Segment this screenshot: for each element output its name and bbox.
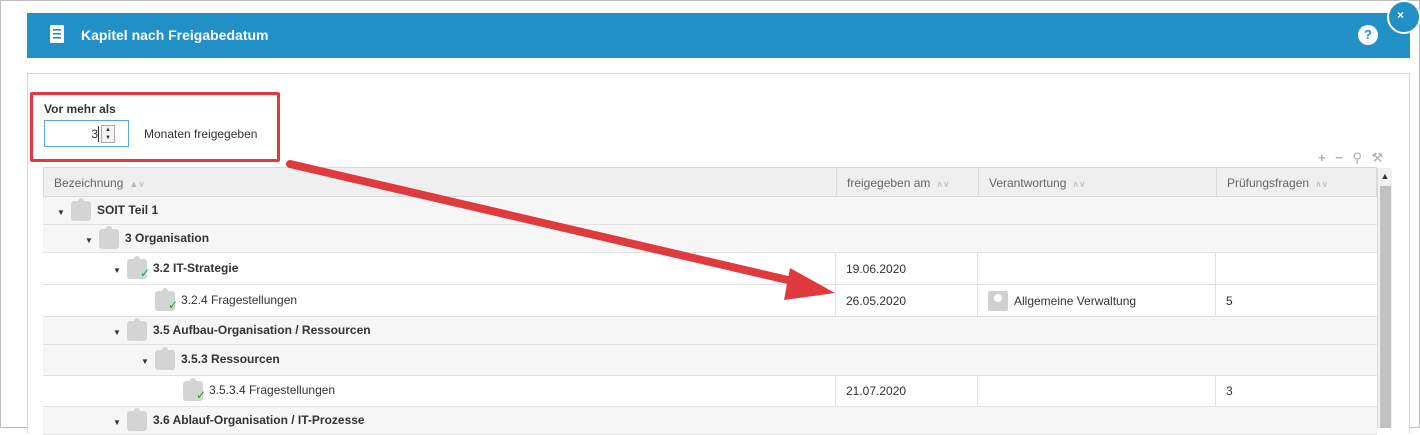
puzzle-icon (155, 347, 175, 370)
cell-verantwortung (977, 253, 1215, 284)
row-label[interactable]: 3 Organisation (125, 231, 209, 245)
expand-toggle-icon[interactable]: ▼ (113, 418, 121, 427)
cell-bezeichnung: ✓ 3.5.3.4 Fragestellungen (43, 376, 835, 406)
row-label[interactable]: 3.2.4 Fragestellungen (181, 293, 297, 307)
expand-toggle-icon[interactable]: ▼ (113, 266, 121, 275)
row-label[interactable]: 3.5.3.4 Fragestellungen (209, 383, 335, 397)
column-label: Bezeichnung (54, 176, 124, 190)
table-row[interactable]: ▼ 3 Organisation (43, 225, 1377, 253)
cell-freigegeben: 19.06.2020 (835, 253, 977, 284)
column-label: Prüfungsfragen (1227, 176, 1310, 190)
stepper-up-icon[interactable]: ▲ (102, 126, 114, 134)
cell-verantwortung (977, 317, 1215, 344)
row-label[interactable]: 3.5.3 Ressourcen (181, 352, 280, 366)
check-icon: ✓ (196, 388, 207, 402)
column-header-verantwortung[interactable]: Verantwortung ∧∨ (978, 168, 1216, 196)
cell-verantwortung (977, 197, 1215, 224)
table-row[interactable]: ▼ 3.5.3 Ressourcen (43, 345, 1377, 376)
cell-bezeichnung: ▼ ✓ 3.2 IT-Strategie (43, 253, 835, 284)
months-stepper[interactable]: 3 ▲ ▼ (44, 120, 129, 147)
row-label[interactable]: 3.5 Aufbau-Organisation / Ressourcen (153, 323, 371, 337)
release-date: 21.07.2020 (846, 384, 907, 398)
scroll-up-icon[interactable]: ▲ (1378, 168, 1392, 184)
cell-pruefungsfragen (1215, 407, 1377, 434)
table-row[interactable]: ▼ ✓ 3.2 IT-Strategie 19.06.2020 (43, 253, 1377, 285)
cell-pruefungsfragen: 5 (1215, 285, 1377, 316)
column-header-pruefungsfragen[interactable]: Prüfungsfragen ∧∨ (1216, 168, 1378, 196)
filter-label: Vor mehr als (44, 102, 116, 116)
expand-toggle-icon[interactable]: ▼ (57, 208, 65, 217)
column-header-bezeichnung[interactable]: Bezeichnung ▲∨ (44, 168, 836, 196)
cell-pruefungsfragen (1215, 317, 1377, 344)
puzzle-icon (127, 317, 147, 341)
puzzle-icon (99, 225, 119, 249)
cell-verantwortung (977, 376, 1215, 406)
row-label[interactable]: 3.6 Ablauf-Organisation / IT-Prozesse (153, 413, 365, 427)
filter-suffix-label: Monaten freigegeben (144, 127, 258, 141)
table-row[interactable]: ▼ SOIT Teil 1 (43, 197, 1377, 225)
cell-freigegeben: 26.05.2020 (835, 285, 977, 316)
column-label: freigegeben am (847, 176, 931, 190)
cell-bezeichnung: ▼ 3.6 Ablauf-Organisation / IT-Prozesse (43, 407, 835, 434)
cell-pruefungsfragen (1215, 345, 1377, 375)
release-date: 26.05.2020 (846, 293, 907, 308)
cell-bezeichnung: ▼ 3 Organisation (43, 225, 835, 252)
expand-toggle-icon[interactable]: ▼ (85, 236, 93, 245)
cell-pruefungsfragen (1215, 225, 1377, 252)
cell-verantwortung: Allgemeine Verwaltung (977, 285, 1215, 316)
column-label: Verantwortung (989, 176, 1067, 190)
question-count: 5 (1226, 293, 1233, 308)
expand-toggle-icon[interactable]: ▼ (141, 357, 149, 366)
cell-bezeichnung: ▼ 3.5 Aufbau-Organisation / Ressourcen (43, 317, 835, 344)
cell-bezeichnung: ✓ 3.2.4 Fragestellungen (43, 285, 835, 316)
cell-freigegeben (835, 407, 977, 434)
months-value[interactable]: 3 (91, 127, 98, 141)
cell-pruefungsfragen (1215, 253, 1377, 284)
table-row[interactable]: ▼ 3.6 Ablauf-Organisation / IT-Prozesse (43, 407, 1377, 435)
text-cursor (98, 126, 99, 142)
person-icon (988, 290, 1008, 311)
owner-name: Allgemeine Verwaltung (1014, 293, 1137, 308)
sort-icon[interactable]: ▲∨ (129, 179, 145, 189)
sort-icon[interactable]: ∧∨ (1315, 179, 1328, 189)
grid-toolbar[interactable]: + − ⚲ ⚒ (1318, 150, 1386, 166)
cell-verantwortung (977, 407, 1215, 434)
cell-verantwortung (977, 345, 1215, 375)
table-row[interactable]: ▼ 3.5 Aufbau-Organisation / Ressourcen (43, 317, 1377, 345)
stepper-down-icon[interactable]: ▼ (102, 134, 114, 142)
question-count: 3 (1226, 384, 1233, 398)
sort-icon[interactable]: ∧∨ (936, 179, 949, 189)
expand-toggle-icon[interactable]: ▼ (113, 328, 121, 337)
column-header-freigegeben[interactable]: freigegeben am ∧∨ (836, 168, 978, 196)
row-label[interactable]: 3.2 IT-Strategie (153, 261, 238, 275)
table-row[interactable]: ✓ 3.5.3.4 Fragestellungen 21.07.2020 3 (43, 376, 1377, 407)
row-label[interactable]: SOIT Teil 1 (97, 203, 158, 217)
scroll-thumb[interactable] (1380, 186, 1391, 428)
cell-freigegeben (835, 197, 977, 224)
dialog-title: Kapitel nach Freigabedatum (81, 27, 269, 43)
help-icon[interactable]: ? (1358, 25, 1378, 45)
cell-freigegeben (835, 317, 977, 344)
stepper-arrows[interactable]: ▲ ▼ (101, 125, 115, 143)
table-row[interactable]: ✓ 3.2.4 Fragestellungen 26.05.2020 Allgemei… (43, 285, 1377, 317)
cell-freigegeben (835, 225, 977, 252)
cell-pruefungsfragen (1215, 197, 1377, 224)
cell-freigegeben: 21.07.2020 (835, 376, 977, 406)
sort-icon[interactable]: ∧∨ (1072, 179, 1085, 189)
dialog-header: Kapitel nach Freigabedatum ? (27, 13, 1410, 58)
cell-verantwortung (977, 225, 1215, 252)
toolbar-icons[interactable]: + − ⚲ ⚒ (1318, 150, 1386, 165)
close-button[interactable]: × (1387, 0, 1420, 34)
cell-pruefungsfragen: 3 (1215, 376, 1377, 406)
cell-bezeichnung: ▼ SOIT Teil 1 (43, 197, 835, 224)
cell-bezeichnung: ▼ 3.5.3 Ressourcen (43, 345, 835, 375)
vertical-scrollbar[interactable]: ▲ (1377, 168, 1392, 428)
release-date: 19.06.2020 (846, 261, 907, 276)
grid-header: Bezeichnung ▲∨ freigegeben am ∧∨ Verantwor… (43, 167, 1377, 197)
document-icon (50, 25, 64, 43)
check-icon: ✓ (140, 265, 151, 280)
check-icon: ✓ (168, 297, 179, 312)
cell-freigegeben (835, 345, 977, 375)
puzzle-icon (71, 197, 91, 221)
